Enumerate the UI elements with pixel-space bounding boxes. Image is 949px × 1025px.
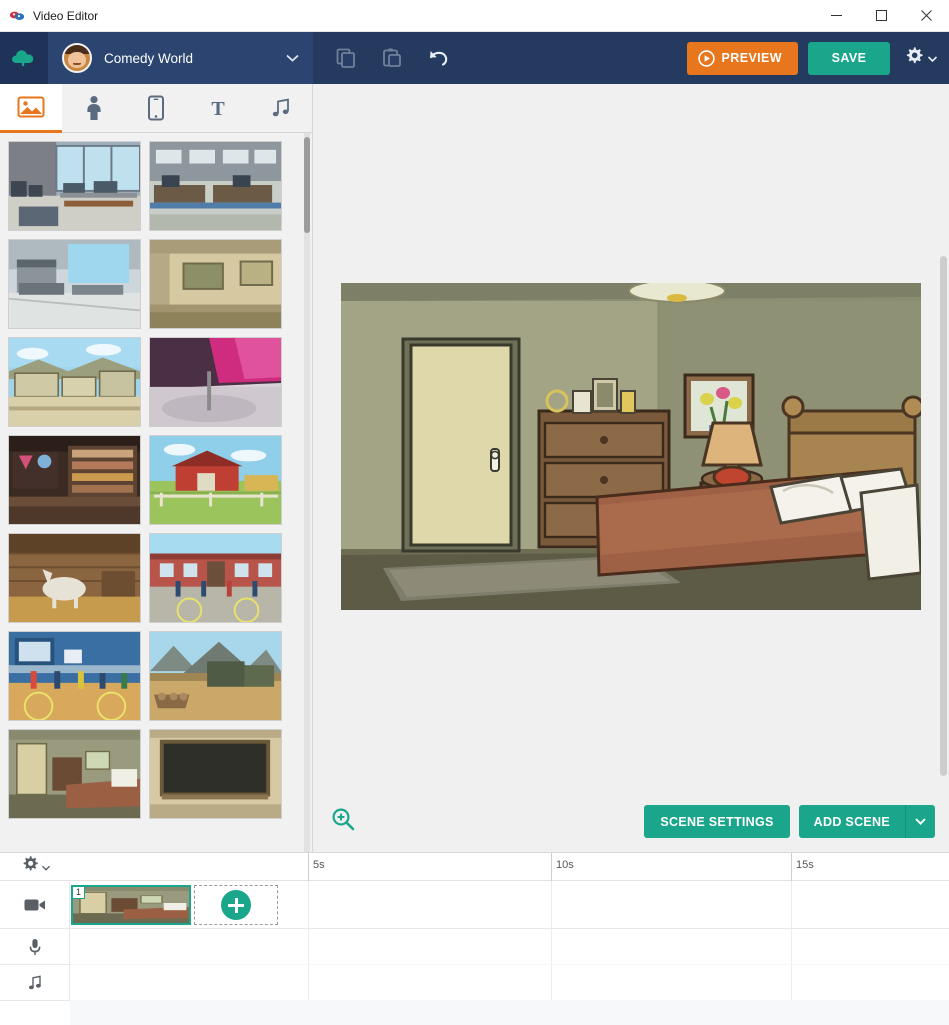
background-thumbnail-list[interactable] — [0, 133, 312, 852]
window-titlebar: Video Editor — [0, 0, 949, 32]
caret-down-icon[interactable] — [927, 49, 938, 67]
thumb-gym-basketball-court[interactable] — [8, 631, 141, 721]
add-scene-dropdown[interactable] — [905, 805, 935, 838]
copy-scene-icon[interactable] — [325, 37, 367, 79]
save-label: SAVE — [831, 51, 867, 65]
timeline: 5s 10s 15s 1 — [0, 852, 949, 1025]
thumb-classroom-chalkboard[interactable] — [149, 729, 282, 819]
close-icon[interactable] — [904, 0, 949, 32]
maximize-icon[interactable] — [859, 0, 904, 32]
music-note-icon — [0, 965, 70, 1000]
thumb-barn-interior-horse[interactable] — [8, 533, 141, 623]
app-logo-icon — [9, 8, 25, 24]
timeline-ruler[interactable]: 5s 10s 15s — [70, 852, 949, 881]
canvas-scrollbar[interactable] — [940, 256, 947, 776]
microphone-icon — [0, 929, 70, 964]
voice-track-lane[interactable] — [70, 929, 949, 964]
avatar — [62, 43, 92, 73]
thumb-schoolyard-basketball[interactable] — [149, 533, 282, 623]
thumb-pink-stage[interactable] — [149, 337, 282, 427]
thumb-office-cubicles[interactable] — [149, 141, 282, 231]
timeline-settings-button[interactable] — [0, 855, 70, 878]
svg-text:T: T — [212, 98, 226, 120]
play-circle-icon — [697, 49, 715, 67]
gear-icon[interactable] — [21, 855, 39, 878]
thumb-desert-town[interactable] — [8, 337, 141, 427]
add-scene-placeholder[interactable] — [194, 885, 278, 925]
zoom-in-icon[interactable] — [331, 807, 355, 836]
tab-text[interactable]: T — [187, 84, 250, 133]
asset-tabs: T — [0, 84, 313, 133]
thumb-mountain-firewood[interactable] — [149, 631, 282, 721]
ruler-tick-10s: 10s — [551, 852, 574, 881]
gear-icon[interactable] — [904, 46, 924, 71]
music-track-lane[interactable] — [70, 965, 949, 1000]
scene-settings-button[interactable]: SCENE SETTINGS — [644, 805, 790, 838]
bedroom-clip[interactable]: 1 — [71, 885, 191, 925]
thumb-convenience-store[interactable] — [8, 435, 141, 525]
thumb-security-checkpoint[interactable] — [8, 239, 141, 329]
ruler-tick-5s: 5s — [308, 852, 325, 881]
music-track[interactable] — [0, 965, 949, 1001]
video-camera-icon — [0, 881, 70, 928]
save-button[interactable]: SAVE — [808, 41, 890, 75]
left-panel-scrollbar[interactable] — [304, 137, 310, 233]
canvas-area[interactable]: SCENE SETTINGS ADD SCENE — [313, 84, 949, 852]
world-name-label: Comedy World — [104, 50, 194, 66]
add-scene-button[interactable]: ADD SCENE — [798, 805, 905, 838]
bedroom-scene-preview[interactable] — [341, 283, 921, 610]
main-toolbar: Comedy World PREVIEW SAVE — [0, 32, 949, 84]
timeline-header: 5s 10s 15s — [0, 852, 949, 881]
ruler-tick-15s: 15s — [791, 852, 814, 881]
chevron-down-icon[interactable] — [286, 49, 299, 67]
preview-label: PREVIEW — [721, 51, 782, 65]
minimize-icon[interactable] — [814, 0, 859, 32]
preview-button[interactable]: PREVIEW — [686, 41, 798, 75]
undo-arrow-icon[interactable] — [417, 37, 459, 79]
paste-scene-icon[interactable] — [371, 37, 413, 79]
add-scene-label: ADD SCENE — [813, 814, 890, 829]
voice-track[interactable] — [0, 929, 949, 965]
timeline-tracks: 1 — [0, 881, 949, 1001]
scene-number: 1 — [73, 887, 86, 899]
thumb-red-barn-farm[interactable] — [149, 435, 282, 525]
video-track[interactable]: 1 — [0, 881, 949, 929]
tab-characters[interactable] — [62, 84, 125, 133]
tab-audio[interactable] — [249, 84, 313, 133]
editor-main: T SCENE SETTINGS ADD SCENE — [0, 84, 949, 852]
window-controls — [814, 0, 949, 32]
cloud-upload-icon[interactable] — [0, 32, 48, 84]
tab-backgrounds[interactable] — [0, 84, 63, 133]
asset-panel: T — [0, 84, 313, 852]
world-selector-bar: Comedy World — [0, 32, 313, 84]
canvas-action-buttons: SCENE SETTINGS ADD SCENE — [644, 805, 935, 838]
thumb-office-waiting-room[interactable] — [8, 141, 141, 231]
thumb-gallery-room[interactable] — [149, 239, 282, 329]
video-track-lane[interactable]: 1 — [70, 881, 949, 928]
thumb-bedroom[interactable] — [8, 729, 141, 819]
plus-circle-icon[interactable] — [221, 890, 251, 920]
window-title: Video Editor — [33, 8, 99, 23]
caret-down-icon[interactable] — [41, 858, 50, 876]
toolbar-actions: PREVIEW SAVE — [313, 32, 949, 84]
left-panel-scrollbar-track — [304, 133, 310, 852]
scene-settings-label: SCENE SETTINGS — [660, 814, 774, 829]
tab-props[interactable] — [124, 84, 188, 133]
settings-menu[interactable] — [904, 46, 938, 71]
